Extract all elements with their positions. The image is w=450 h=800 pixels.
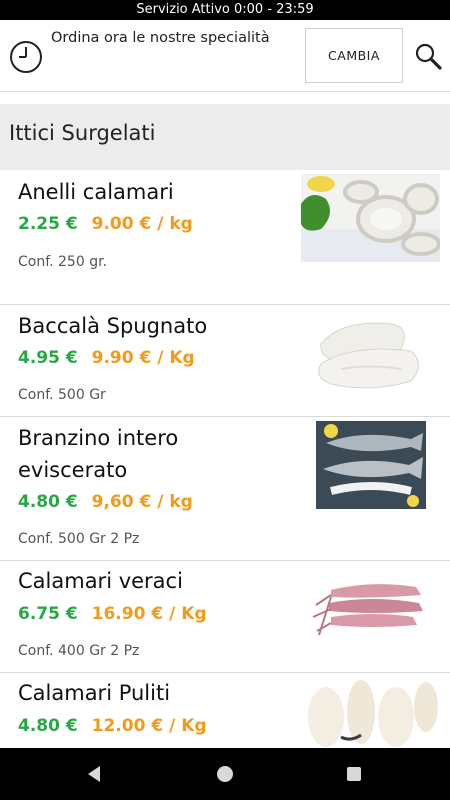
sea-bass-photo [316, 421, 426, 509]
home-icon[interactable] [213, 762, 237, 786]
squid-photo [301, 565, 440, 653]
price-row: 4.80 € 9,60 € / kg [18, 492, 193, 512]
navigation-bar [0, 748, 450, 800]
price-row: 4.95 € 9.90 € / Kg [18, 348, 195, 368]
product-price: 4.80 € [18, 716, 78, 736]
product-item[interactable]: Calamari Puliti 4.80 € 12.00 € / Kg [0, 673, 450, 748]
cod-fillet-photo [301, 309, 440, 397]
product-name: Anelli calamari [18, 180, 174, 204]
product-item[interactable]: Anelli calamari 2.25 € 9.00 € / kg Conf.… [0, 170, 450, 305]
price-row: 6.75 € 16.90 € / Kg [18, 604, 207, 624]
recents-icon[interactable] [342, 762, 366, 786]
price-row: 4.80 € 12.00 € / Kg [18, 716, 207, 736]
unit-price: 12.00 € / Kg [91, 716, 207, 736]
product-price: 4.95 € [18, 348, 78, 368]
package-info: Conf. 500 Gr [18, 387, 106, 403]
category-header: Ittici Surgelati [0, 104, 450, 170]
clean-squid-photo [301, 677, 440, 747]
package-info: Conf. 400 Gr 2 Pz [18, 643, 140, 659]
product-name: Branzino intero eviscerato [18, 426, 179, 482]
unit-price: 9,60 € / kg [91, 492, 193, 512]
search-icon[interactable] [414, 42, 442, 70]
header: Ordina ora le nostre specialità CAMBIA [0, 20, 450, 92]
unit-price: 9.00 € / kg [91, 214, 193, 234]
product-price: 4.80 € [18, 492, 78, 512]
product-name: Baccalà Spugnato [18, 314, 208, 338]
status-bar: Servizio Attivo 0:00 - 23:59 [0, 0, 450, 20]
unit-price: 9.90 € / Kg [91, 348, 195, 368]
header-message: Ordina ora le nostre specialità [51, 30, 270, 46]
product-price: 6.75 € [18, 604, 78, 624]
package-info: Conf. 500 Gr 2 Pz [18, 531, 140, 547]
category-title: Ittici Surgelati [9, 121, 156, 145]
clock-icon[interactable] [9, 40, 43, 74]
product-name: Calamari veraci [18, 569, 183, 593]
product-item[interactable]: Branzino intero eviscerato 4.80 € 9,60 €… [0, 417, 450, 561]
service-status-text: Servizio Attivo 0:00 - 23:59 [136, 2, 314, 17]
product-price: 2.25 € [18, 214, 78, 234]
product-name: Calamari Puliti [18, 681, 171, 705]
product-item[interactable]: Calamari veraci 6.75 € 16.90 € / Kg Conf… [0, 561, 450, 673]
package-info: Conf. 250 gr. [18, 254, 108, 270]
unit-price: 16.90 € / Kg [91, 604, 207, 624]
back-icon[interactable] [82, 762, 106, 786]
product-list: Anelli calamari 2.25 € 9.00 € / kg Conf.… [0, 170, 450, 748]
change-button[interactable]: CAMBIA [305, 28, 403, 83]
product-item[interactable]: Baccalà Spugnato 4.95 € 9.90 € / Kg Conf… [0, 305, 450, 417]
squid-rings-photo [301, 174, 440, 262]
price-row: 2.25 € 9.00 € / kg [18, 214, 193, 234]
